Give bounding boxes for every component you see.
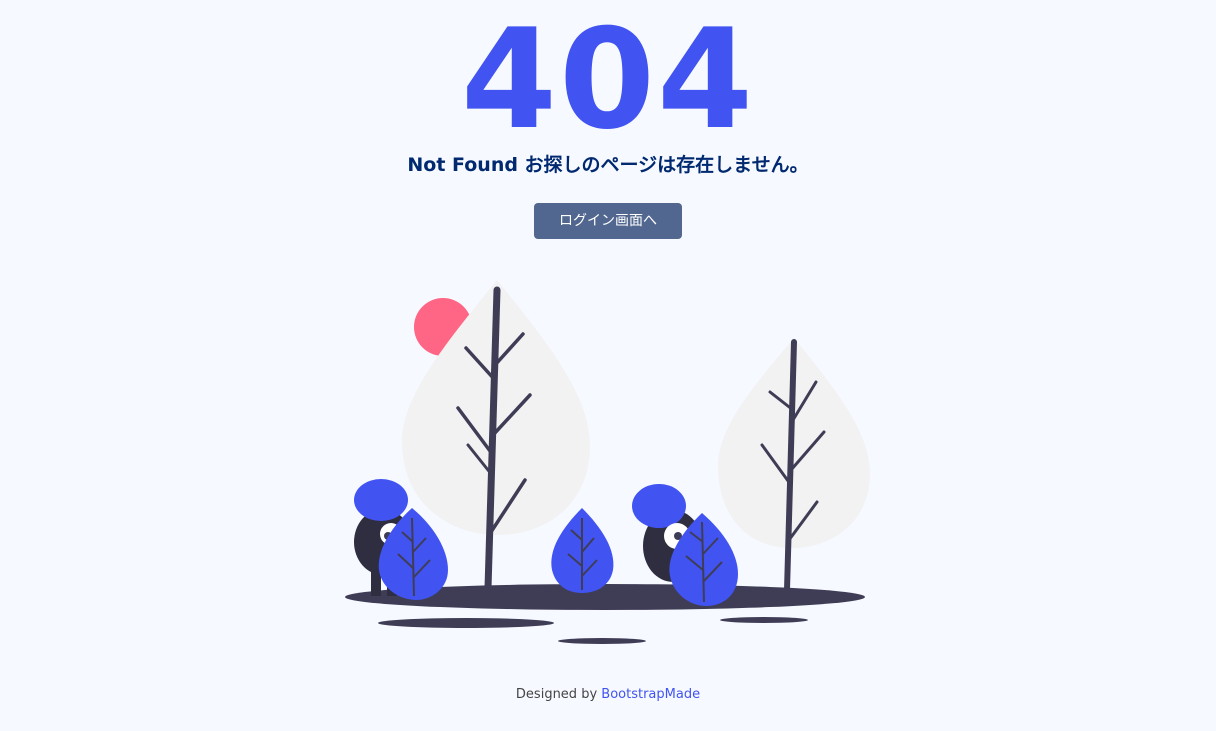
error-404-page: 404 Not Found お探しのページは存在しません。 ログイン画面へ De… [0,0,1216,731]
center-leaf-bush [551,508,614,593]
bootstrapmade-link[interactable]: BootstrapMade [601,687,700,702]
credits-footer: Designed by BootstrapMade [0,685,1216,705]
error-message: Not Found お探しのページは存在しません。 [407,154,809,176]
login-page-button[interactable]: ログイン画面へ [534,203,682,239]
puddle-right [720,617,808,623]
puddle-center [558,638,646,644]
credits-prefix: Designed by [515,687,598,702]
puddle-left [378,618,554,628]
error-code-heading: 404 [460,0,756,160]
not-found-illustration [345,280,871,644]
